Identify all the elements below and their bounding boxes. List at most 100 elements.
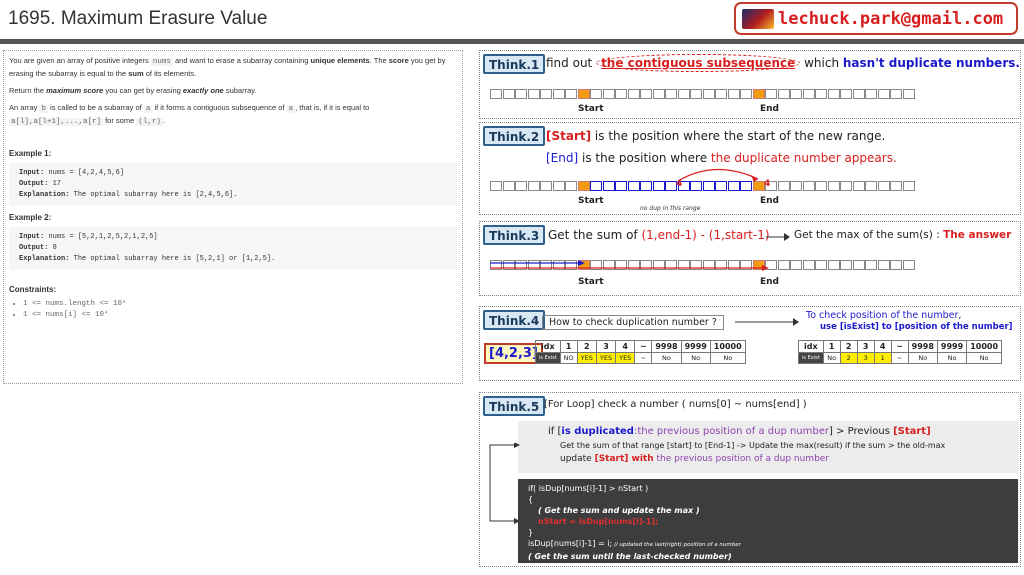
think1-start-label: Start (578, 104, 604, 114)
think5-line3: update [Start] with the previous positio… (560, 454, 830, 464)
table-cell: 3 (856, 340, 875, 353)
table-cell: ~ (890, 352, 909, 364)
think5-title: [For Loop] check a number ( nums[0] ~ nu… (544, 399, 807, 410)
array-cell (827, 181, 840, 191)
think2-dup-num: 4 (676, 179, 683, 189)
arrow-right-icon (735, 318, 799, 326)
array-cell (790, 89, 802, 99)
array-cell (890, 89, 902, 99)
array-cell (840, 181, 852, 191)
table-cell: idx (535, 340, 561, 353)
think5-tag: Think.5 (483, 396, 546, 416)
table-cell: ~ (890, 340, 909, 353)
think2-dup-num: 4 (764, 179, 771, 189)
think3-tag: Think.3 (483, 225, 546, 245)
array-cell (552, 181, 565, 191)
array-cell (865, 89, 877, 99)
array-cell (815, 260, 827, 270)
problem-panel: You are given an array of positive integ… (3, 50, 463, 384)
example-1-title: Example 1: (9, 149, 52, 158)
code-line: nStart = isDup[nums[i]-1]; (538, 517, 659, 526)
think1-panel: Think.1 find out the contiguous subseque… (479, 50, 1021, 119)
table-cell: ~ (634, 352, 653, 364)
think4-tag: Think.4 (483, 310, 546, 330)
think1-array (490, 89, 915, 99)
array-cell (490, 89, 502, 99)
table-cell: is Exist (798, 352, 824, 364)
think3-end-label: End (760, 277, 779, 287)
array-cell (577, 89, 590, 99)
array-cell (715, 89, 727, 99)
array-cell (615, 181, 627, 191)
array-cell (765, 89, 777, 99)
array-cell (852, 89, 865, 99)
table-cell: 3 (595, 340, 617, 353)
table-cell: No (651, 352, 682, 364)
think2-panel: Think.2 [Start] is the position where th… (479, 122, 1021, 215)
constraints-list: 1 <= nums.length <= 10⁵ 1 <= nums[i] <= … (9, 299, 457, 321)
think4-table-exist: idx 1 2 3 4 ~9998 9999 10000 is Exist NO YES YES YES… (535, 340, 746, 364)
think3-range-arrows (490, 260, 769, 271)
table-cell: 1 (822, 340, 841, 353)
array-cell (602, 89, 615, 99)
table-cell: 4 (873, 340, 892, 353)
think5-panel: Think.5 [For Loop] check a number ( nums… (479, 392, 1021, 567)
array-cell (552, 89, 565, 99)
table-cell: No (680, 352, 711, 364)
array-cell (565, 89, 577, 99)
table-cell: No (822, 352, 841, 364)
array-cell (515, 89, 527, 99)
array-cell (827, 260, 840, 270)
code-line: } (528, 528, 534, 537)
array-cell (527, 181, 540, 191)
table-cell: 2 (839, 340, 858, 353)
code-line: { (528, 495, 534, 504)
array-cell (890, 181, 902, 191)
array-cell (615, 89, 627, 99)
array-cell (877, 89, 890, 99)
array-cell (790, 260, 802, 270)
example-2-title: Example 2: (9, 213, 52, 222)
array-cell (502, 181, 515, 191)
problem-desc-1: You are given an array of positive integ… (9, 56, 446, 78)
array-cell (865, 181, 877, 191)
email-text: lechuck.park@gmail.com (778, 8, 1004, 29)
array-cell (515, 181, 527, 191)
table-cell: No (907, 352, 938, 364)
table-cell: 1 (873, 352, 892, 364)
array-cell (652, 181, 665, 191)
email-badge: lechuck.park@gmail.com (734, 2, 1018, 35)
array-cell (840, 89, 852, 99)
example-2: Input: nums = [5,2,1,2,5,2,1,2,5] Output… (9, 227, 457, 270)
logo-icon (742, 8, 774, 29)
table-cell: 4 (615, 340, 636, 353)
array-cell (640, 181, 652, 191)
think4-panel: Think.4 How to check duplication number … (479, 306, 1021, 381)
array-cell (565, 181, 577, 191)
table-cell: No (936, 352, 968, 364)
think1-text: find out the contiguous subsequence whic… (546, 54, 1020, 72)
problem-desc-2: Return the maximum score you can get by … (9, 86, 257, 95)
code-line: isDup[nums[i]-1] = i; // updated the las… (528, 539, 741, 548)
array-cell (665, 89, 677, 99)
think4-right-2: use [isExist] to [position of the number… (820, 322, 1013, 332)
table-cell: idx (798, 340, 824, 353)
array-cell (627, 181, 640, 191)
table-cell: 2 (839, 352, 858, 364)
think1-end-label: End (760, 104, 779, 114)
table-cell: is Exist (535, 352, 561, 364)
array-cell (902, 260, 915, 270)
table-cell: 1 (559, 340, 578, 353)
loop-arrow (489, 443, 520, 524)
table-cell: 10000 (709, 340, 746, 353)
think3-panel: Think.3 Get the sum of (1,end-1) - (1,st… (479, 221, 1021, 296)
think3-text: Get the sum of (1,end-1) - (1,start-1) (548, 228, 770, 242)
problem-desc-3: An array b is called to be a subarray of… (9, 103, 370, 126)
array-cell (540, 89, 552, 99)
page-title: 1695. Maximum Erasure Value (8, 8, 268, 29)
header-divider (0, 39, 1024, 44)
table-cell: No (966, 352, 1003, 364)
array-cell (902, 181, 915, 191)
array-cell (777, 89, 790, 99)
array-cell (840, 260, 852, 270)
